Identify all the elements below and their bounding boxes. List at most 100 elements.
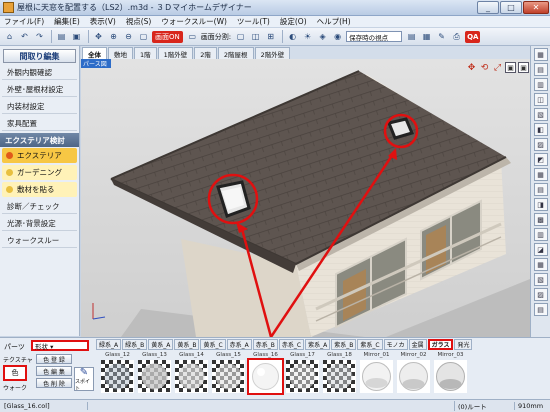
color-tab[interactable]: 色 bbox=[3, 365, 27, 381]
menu-tools[interactable]: ツール(T) bbox=[237, 16, 270, 27]
nav-interior-material[interactable]: 内装材設定 bbox=[2, 99, 77, 114]
quad-view-icon[interactable]: ⊞ bbox=[264, 30, 277, 43]
undo-icon[interactable]: ↶ bbox=[18, 30, 31, 43]
save-icon[interactable]: ▣ bbox=[70, 30, 83, 43]
tool-icon[interactable]: ▩ bbox=[533, 213, 548, 226]
color-edit-button[interactable]: 色 編 集 bbox=[36, 366, 72, 376]
cube-icon[interactable]: ◈ bbox=[316, 30, 329, 43]
floorplan-edit-button[interactable]: 間取り編集 bbox=[3, 49, 76, 63]
tool-icon[interactable]: ▨ bbox=[533, 288, 548, 301]
rotate-icon[interactable]: ⟲ bbox=[479, 62, 490, 73]
nav-gardening[interactable]: ガーデニング bbox=[2, 165, 77, 180]
category-tab[interactable]: 金属 bbox=[408, 339, 427, 350]
menu-walkthrough[interactable]: ウォークスルー(W) bbox=[161, 16, 227, 27]
swatch-item-selected[interactable]: Glass_16 bbox=[247, 352, 284, 398]
menu-settings[interactable]: 設定(O) bbox=[280, 16, 307, 27]
window-icon[interactable]: ▭ bbox=[186, 30, 199, 43]
tab-all[interactable]: 全体 bbox=[82, 47, 107, 59]
home-icon[interactable]: ⌂ bbox=[3, 30, 16, 43]
swatch-item[interactable]: Mirror_03 bbox=[433, 352, 468, 398]
category-tab[interactable]: 黄系_B bbox=[174, 339, 200, 350]
tab-1f-wall[interactable]: 1階外壁 bbox=[157, 47, 194, 59]
menu-file[interactable]: ファイル(F) bbox=[4, 16, 44, 27]
color-delete-button[interactable]: 色 削 除 bbox=[36, 378, 72, 388]
minimize-button[interactable]: _ bbox=[477, 1, 499, 14]
zoom-icon[interactable]: ⤢ bbox=[492, 62, 503, 73]
tool-icon[interactable]: ◧ bbox=[533, 123, 548, 136]
tool-icon[interactable]: ▤ bbox=[533, 183, 548, 196]
swatch-item[interactable]: Glass_14 bbox=[174, 352, 209, 398]
category-tab[interactable]: 赤系_B bbox=[252, 339, 278, 350]
tool-icon[interactable]: ▤ bbox=[533, 63, 548, 76]
category-tab[interactable]: 黄系_C bbox=[200, 339, 226, 350]
tool-icon[interactable]: ▦ bbox=[533, 258, 548, 271]
swatch-item[interactable]: Glass_15 bbox=[211, 352, 246, 398]
menu-edit[interactable]: 編集(E) bbox=[54, 16, 80, 27]
nav-exterior[interactable]: エクステリア bbox=[2, 148, 77, 163]
category-tab[interactable]: 赤系_A bbox=[226, 339, 252, 350]
tool-icon[interactable]: ◫ bbox=[533, 93, 548, 106]
tab-1f[interactable]: 1階 bbox=[134, 47, 157, 59]
redo-icon[interactable]: ↷ bbox=[33, 30, 46, 43]
close-button[interactable]: ✕ bbox=[523, 1, 549, 14]
pan-icon[interactable]: ✥ bbox=[92, 30, 105, 43]
tool-icon[interactable]: ▤ bbox=[533, 303, 548, 316]
nav-furniture[interactable]: 家具配置 bbox=[2, 116, 77, 131]
eyedropper-button[interactable]: ✎ スポイト bbox=[74, 367, 94, 392]
tab-site[interactable]: 敷地 bbox=[108, 47, 133, 59]
menu-view[interactable]: 表示(V) bbox=[90, 16, 116, 27]
swatch-item[interactable]: Glass_12 bbox=[100, 352, 135, 398]
menu-help[interactable]: ヘルプ(H) bbox=[317, 16, 351, 27]
nav-diagnosis[interactable]: 診断／チェック bbox=[2, 199, 77, 214]
parts-select[interactable]: 形状 ▾ bbox=[31, 340, 89, 351]
nav-walkthrough[interactable]: ウォークスルー bbox=[2, 233, 77, 248]
tool-icon[interactable]: ▥ bbox=[533, 228, 548, 241]
zoom-in-icon[interactable]: ⊕ bbox=[107, 30, 120, 43]
fit-icon[interactable]: ▢ bbox=[137, 30, 150, 43]
open-icon[interactable]: ▤ bbox=[55, 30, 68, 43]
category-tab[interactable]: 紫系_C bbox=[357, 339, 383, 350]
copy-icon[interactable]: ▤ bbox=[405, 30, 418, 43]
tool-icon[interactable]: ▦ bbox=[533, 168, 548, 181]
pencil-icon[interactable]: ✎ bbox=[435, 30, 448, 43]
swatch-item[interactable]: Mirror_02 bbox=[396, 352, 431, 398]
category-tab[interactable]: 黄系_A bbox=[148, 339, 174, 350]
category-tab[interactable]: 紫系_A bbox=[305, 339, 331, 350]
category-tab[interactable]: モノカ bbox=[383, 339, 408, 350]
nav-exterior-roof-material[interactable]: 外壁･屋根材設定 bbox=[2, 82, 77, 97]
move-icon[interactable]: ✥ bbox=[466, 62, 477, 73]
nav-exterior-interior-check[interactable]: 外観内観確認 bbox=[2, 65, 77, 80]
frame-icon[interactable]: ▣ bbox=[518, 62, 529, 73]
render-icon[interactable]: ◐ bbox=[286, 30, 299, 43]
fit-view-icon[interactable]: ▣ bbox=[505, 62, 516, 73]
nav-paving[interactable]: 敷材を貼る bbox=[2, 182, 77, 197]
tool-icon[interactable]: ▨ bbox=[533, 138, 548, 151]
nav-light-background[interactable]: 光源･背景設定 bbox=[2, 216, 77, 231]
menu-viewpoint[interactable]: 視点(S) bbox=[126, 16, 152, 27]
tool-icon[interactable]: ▥ bbox=[533, 78, 548, 91]
texture-tab[interactable]: テクスチャ bbox=[3, 355, 33, 364]
light-icon[interactable]: ☀ bbox=[301, 30, 314, 43]
category-tab[interactable]: 紫系_B bbox=[331, 339, 357, 350]
category-tab[interactable]: 緑系_A bbox=[96, 339, 122, 350]
tool-icon[interactable]: ▧ bbox=[533, 273, 548, 286]
color-register-button[interactable]: 色 登 録 bbox=[36, 354, 72, 364]
tab-2f-roof[interactable]: 2階屋根 bbox=[217, 47, 254, 59]
maximize-button[interactable]: □ bbox=[500, 1, 522, 14]
category-tab[interactable]: 緑系_B bbox=[122, 339, 148, 350]
viewpoint-select[interactable]: 保存時の視点 bbox=[346, 31, 403, 42]
swatch-item[interactable]: Glass_18 bbox=[322, 352, 357, 398]
print-icon[interactable]: ⎙ bbox=[450, 30, 463, 43]
tool-icon[interactable]: ▦ bbox=[533, 48, 548, 61]
screen-on-button[interactable]: 画面ON bbox=[152, 30, 183, 43]
single-view-icon[interactable]: ▢ bbox=[234, 30, 247, 43]
category-tab-glass[interactable]: ガラス bbox=[427, 339, 454, 350]
grid-icon[interactable]: ▦ bbox=[420, 30, 433, 43]
swatch-item[interactable]: Glass_13 bbox=[137, 352, 172, 398]
category-tab[interactable]: 赤系_C bbox=[278, 339, 305, 350]
tab-2f[interactable]: 2階 bbox=[194, 47, 217, 59]
tool-icon[interactable]: ◪ bbox=[533, 243, 548, 256]
walk-tab[interactable]: ウォーク bbox=[3, 383, 27, 393]
tool-icon[interactable]: ◨ bbox=[533, 198, 548, 211]
camera-icon[interactable]: ◉ bbox=[331, 30, 344, 43]
